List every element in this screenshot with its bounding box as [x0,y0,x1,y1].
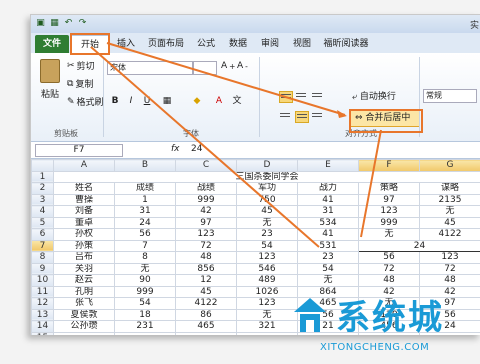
watermark-brand: 系统城 [336,298,444,338]
watermark-logo: 系统城 XITONGCHENG.COM [292,286,480,364]
annotation-arrow [106,42,346,116]
house-logo-icon [294,298,326,332]
watermark-url: XITONGCHENG.COM [320,342,430,353]
annotation-arrow [360,129,382,238]
annotation-arrowhead [337,110,347,118]
annotation-arrow [90,46,320,248]
